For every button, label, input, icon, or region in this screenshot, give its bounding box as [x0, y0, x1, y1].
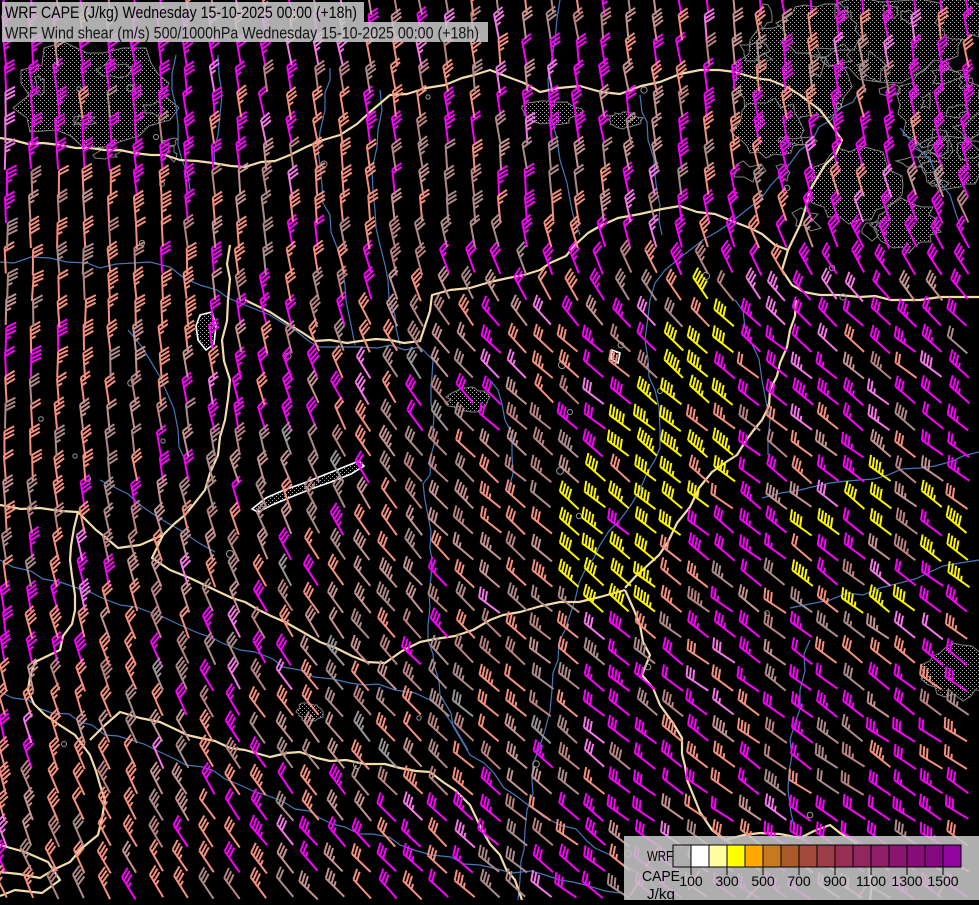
- svg-text:WRF Wind shear (m/s) 500/1000h: WRF Wind shear (m/s) 500/1000hPa Wednesd…: [5, 25, 479, 43]
- svg-text:1500: 1500: [927, 873, 958, 889]
- svg-text:WRF: WRF: [647, 848, 673, 865]
- svg-text:500: 500: [751, 873, 775, 889]
- svg-text:J/kg: J/kg: [647, 886, 675, 900]
- svg-text:WRF CAPE (J/kg) Wednesday 15-1: WRF CAPE (J/kg) Wednesday 15-10-2025 00:…: [5, 4, 357, 22]
- svg-text:1100: 1100: [856, 873, 886, 889]
- svg-text:100: 100: [679, 873, 703, 889]
- svg-text:1300: 1300: [891, 873, 922, 889]
- svg-text:CAPE: CAPE: [642, 868, 680, 885]
- svg-text:700: 700: [787, 873, 811, 889]
- svg-text:900: 900: [823, 873, 847, 889]
- svg-text:300: 300: [715, 873, 739, 889]
